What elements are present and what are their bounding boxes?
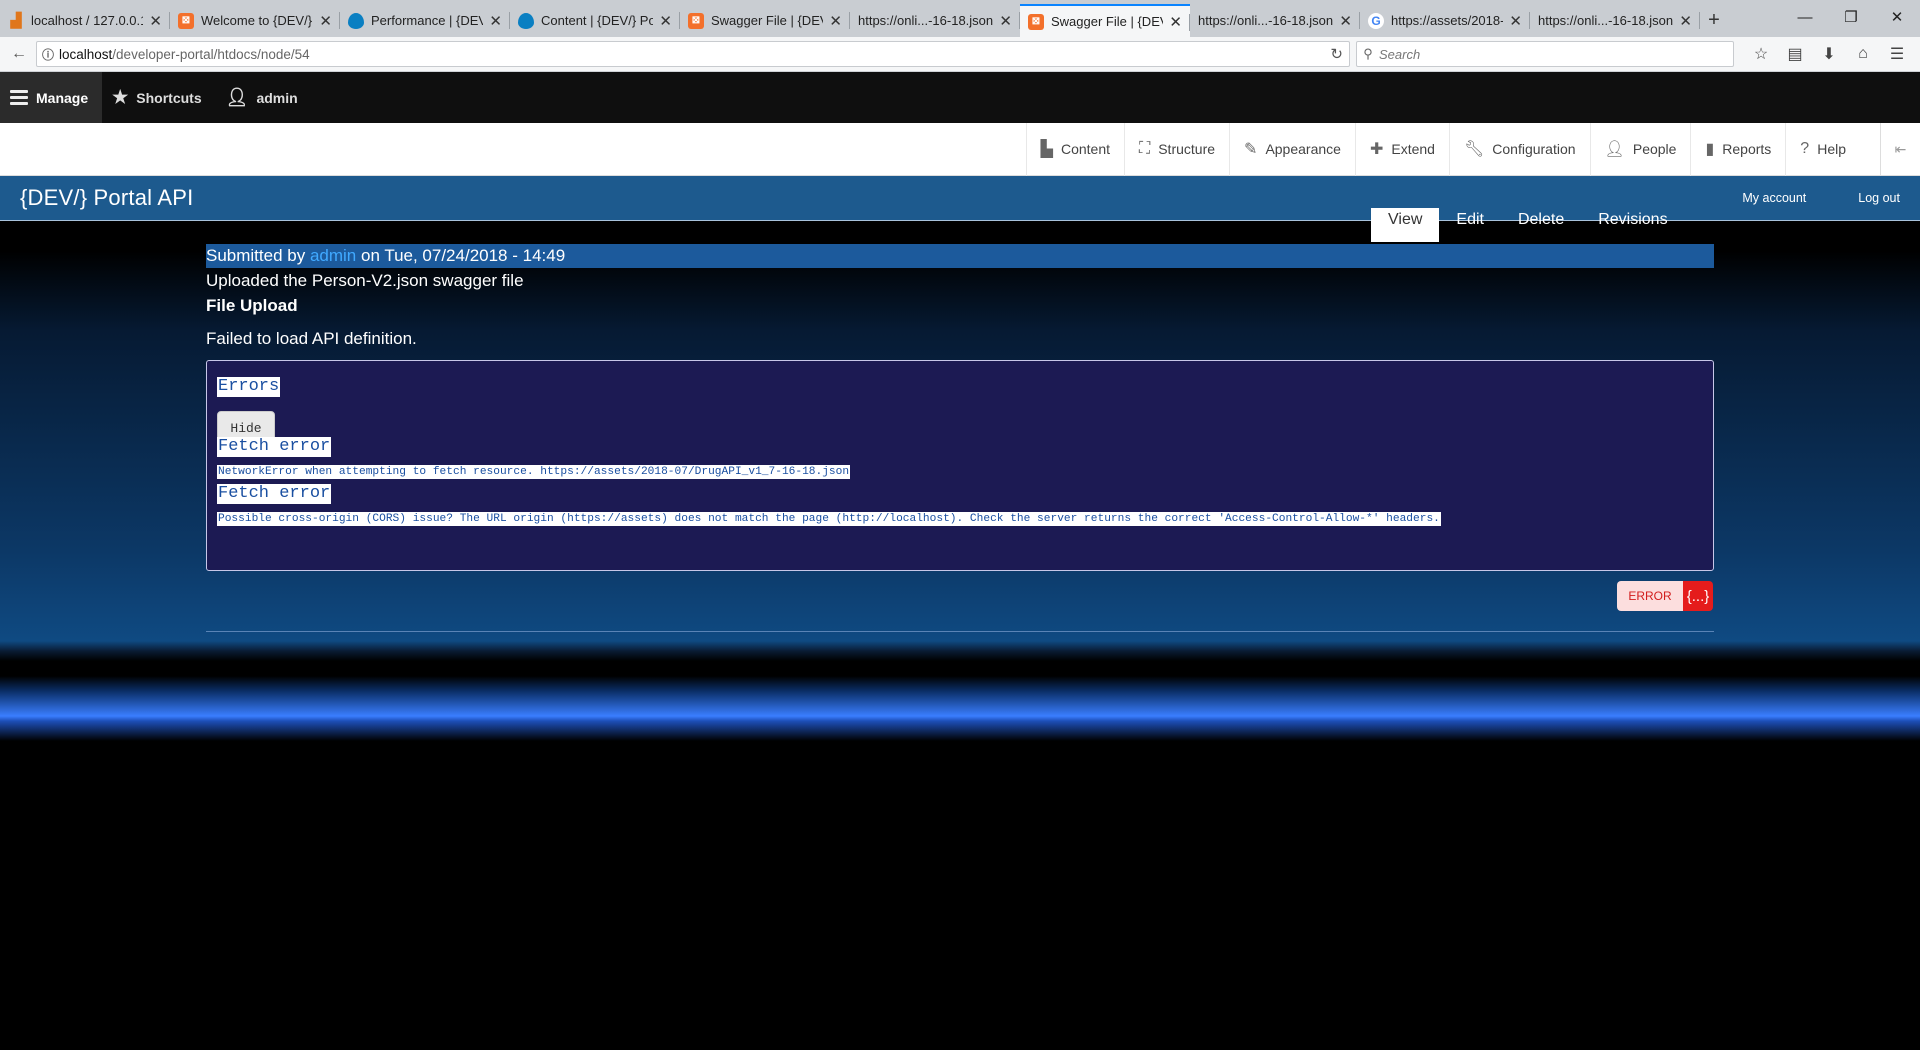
- load-failed-message: Failed to load API definition.: [206, 329, 417, 348]
- browser-tab[interactable]: Content | {DEV/} Portal✕: [510, 4, 680, 37]
- browser-toolbar-icons: ☆ ▤ ⬇ ⌂ ☰: [1744, 41, 1914, 67]
- search-input[interactable]: ⚲ Search: [1356, 41, 1734, 67]
- node-tabs: View Edit Delete Revisions: [1371, 208, 1685, 242]
- help-icon: ?: [1800, 140, 1810, 157]
- google-icon: G: [1368, 12, 1384, 29]
- toolbar-user[interactable]: 👤︎ admin: [216, 72, 312, 123]
- node-body: Uploaded the Person-V2.json swagger file: [206, 271, 524, 290]
- close-icon[interactable]: ✕: [1339, 12, 1352, 30]
- browser-tab[interactable]: https://onli...-16-18.json ✕: [1190, 4, 1360, 37]
- tab-delete[interactable]: Delete: [1501, 208, 1581, 242]
- xampp-icon: ⊠: [688, 12, 704, 29]
- reading-list-icon[interactable]: ▤: [1778, 41, 1812, 67]
- browser-tab-bar: ▟localhost / 127.0.0.1 /...✕ ⊠Welcome to…: [0, 0, 1920, 37]
- validator-braces-icon: {...}: [1683, 581, 1713, 611]
- close-icon[interactable]: ✕: [829, 12, 842, 30]
- browser-tab[interactable]: Performance | {DEV/}...✕: [340, 4, 510, 37]
- browser-tab-active[interactable]: ⊠Swagger File | {DEV/}...✕: [1020, 4, 1190, 37]
- download-icon[interactable]: ⬇: [1812, 41, 1846, 67]
- tab-edit[interactable]: Edit: [1439, 208, 1501, 242]
- toolbar-manage[interactable]: Manage: [0, 72, 103, 123]
- validator-status: ERROR: [1617, 581, 1683, 611]
- bookmark-star-icon[interactable]: ☆: [1744, 41, 1778, 67]
- xampp-icon: ⊠: [178, 12, 194, 29]
- collapse-tray-icon[interactable]: ⇤: [1880, 123, 1920, 176]
- tray-item-extend[interactable]: ✚ Extend: [1354, 122, 1449, 176]
- wrench-icon: 🔧︎: [1463, 141, 1485, 158]
- close-icon[interactable]: ✕: [149, 12, 162, 30]
- close-icon[interactable]: ✕: [659, 12, 672, 30]
- home-icon[interactable]: ⌂: [1846, 41, 1880, 67]
- error-title: Fetch error: [217, 484, 332, 504]
- sitemap-icon: ⛶: [1139, 140, 1151, 157]
- drupal-icon: [348, 12, 364, 29]
- reload-icon[interactable]: ↻: [1330, 45, 1343, 63]
- person-icon: 👤︎: [1604, 141, 1625, 158]
- tray-item-structure[interactable]: ⛶ Structure: [1124, 122, 1229, 176]
- author-link[interactable]: admin: [310, 246, 356, 265]
- close-icon[interactable]: ✕: [319, 12, 332, 30]
- document-icon: ▙: [1040, 141, 1053, 158]
- tab-revisions[interactable]: Revisions: [1581, 208, 1684, 242]
- back-button[interactable]: ←: [5, 40, 33, 68]
- browser-tab[interactable]: ⊠Swagger File | {DEV/}...✕: [680, 4, 850, 37]
- close-icon[interactable]: ✕: [999, 12, 1012, 30]
- xampp-icon: ⊠: [1028, 13, 1044, 30]
- minimize-icon[interactable]: —: [1782, 0, 1828, 34]
- submitted-line: Submitted by admin on Tue, 07/24/2018 - …: [206, 244, 1714, 268]
- chart-icon: ▟: [10, 12, 22, 28]
- tab-view[interactable]: View: [1371, 208, 1440, 242]
- user-menu: My account Log out: [1742, 191, 1900, 205]
- error-title: Fetch error: [217, 437, 332, 457]
- browser-tab[interactable]: ⊠ Welcome to {DEV/}... ✕: [170, 4, 340, 37]
- errors-heading: Errors: [217, 377, 281, 397]
- browser-tab[interactable]: ▟localhost / 127.0.0.1 /...✕: [0, 4, 170, 37]
- bar-chart-icon: ▮: [1705, 141, 1715, 158]
- tray-item-configuration[interactable]: 🔧︎ Configuration: [1448, 122, 1590, 176]
- paintbrush-icon: ✎: [1244, 141, 1258, 158]
- admin-tray: ▙ Content ⛶ Structure ✎ Appearance ✚ Extend …: [0, 122, 1920, 176]
- close-window-icon[interactable]: ✕: [1874, 0, 1920, 34]
- browser-tab[interactable]: https://onli...-16-18.json ✕: [850, 4, 1020, 37]
- new-tab-button[interactable]: +: [1700, 4, 1728, 37]
- tray-item-appearance[interactable]: ✎ Appearance: [1229, 122, 1355, 176]
- logout-link[interactable]: Log out: [1858, 191, 1900, 205]
- field-label: File Upload: [206, 296, 298, 315]
- site-name[interactable]: {DEV/} Portal API: [20, 185, 193, 211]
- search-icon: ⚲: [1363, 46, 1373, 61]
- error-message: Possible cross-origin (CORS) issue? The …: [217, 512, 1441, 526]
- close-icon[interactable]: ✕: [1169, 13, 1182, 31]
- close-icon[interactable]: ✕: [489, 12, 502, 30]
- toolbar-shortcuts[interactable]: ★ Shortcuts: [102, 72, 215, 123]
- url-bar[interactable]: ⓘ localhost/developer-portal/htdocs/node…: [36, 41, 1350, 67]
- close-icon[interactable]: ✕: [1509, 12, 1522, 30]
- info-icon[interactable]: ⓘ: [37, 46, 59, 63]
- restore-icon[interactable]: ❐: [1828, 0, 1874, 34]
- validator-badge[interactable]: ERROR {...}: [1617, 581, 1713, 611]
- tray-item-people[interactable]: 👤︎ People: [1589, 122, 1691, 176]
- error-message: NetworkError when attempting to fetch re…: [217, 465, 851, 479]
- tray-item-reports[interactable]: ▮ Reports: [1690, 122, 1785, 176]
- window-controls: — ❐ ✕: [1782, 0, 1920, 34]
- browser-tab[interactable]: https://onli...-16-18.json ✕: [1530, 4, 1700, 37]
- person-icon: 👤︎: [225, 87, 249, 107]
- hamburger-icon: [10, 87, 28, 108]
- divider: [206, 631, 1714, 632]
- star-icon: ★: [112, 87, 129, 107]
- menu-icon[interactable]: ☰: [1880, 41, 1914, 67]
- browser-tab[interactable]: Ghttps://assets/2018-07...✕: [1360, 4, 1530, 37]
- browser-nav-bar: ← ⓘ localhost/developer-portal/htdocs/no…: [0, 37, 1920, 72]
- close-icon[interactable]: ✕: [1679, 12, 1692, 30]
- admin-toolbar: Manage ★ Shortcuts 👤︎ admin: [0, 72, 1920, 123]
- drupal-icon: [518, 12, 534, 29]
- my-account-link[interactable]: My account: [1742, 191, 1806, 205]
- tray-item-content[interactable]: ▙ Content: [1025, 122, 1124, 176]
- puzzle-icon: ✚: [1369, 141, 1384, 158]
- tray-item-help[interactable]: ? Help: [1785, 122, 1860, 176]
- errors-panel: Errors Hide Fetch error NetworkError whe…: [206, 360, 1714, 571]
